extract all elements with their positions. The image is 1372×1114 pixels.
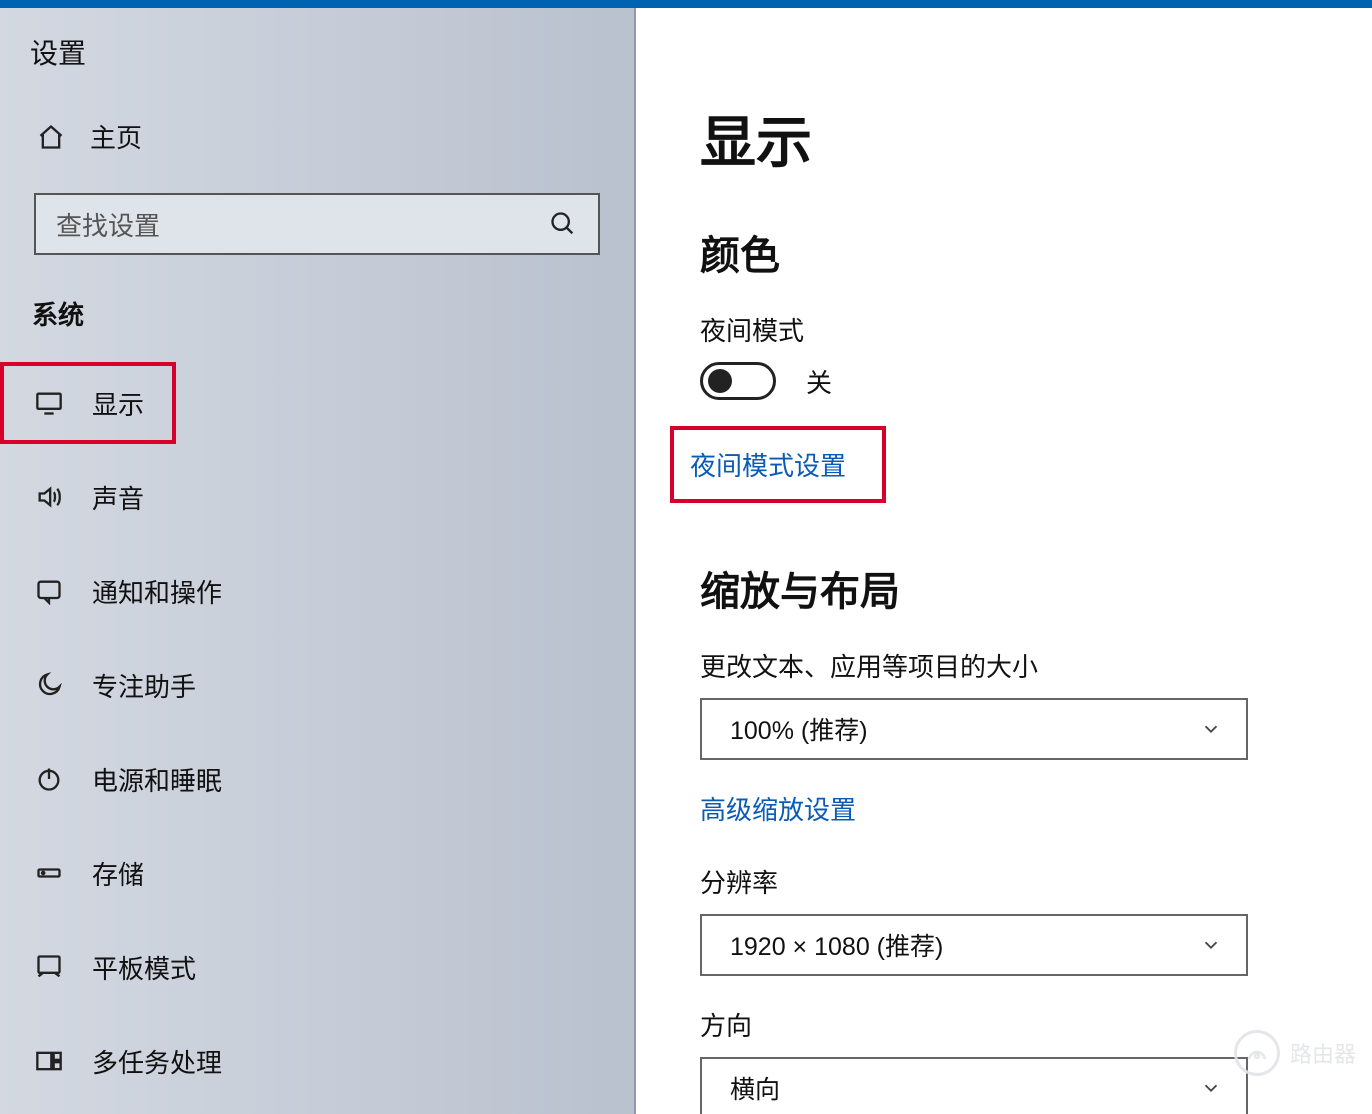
sidebar-item-label: 电源和睡眠	[92, 761, 222, 798]
sidebar-item-label: 声音	[92, 479, 144, 516]
chevron-down-icon	[1200, 718, 1222, 740]
sidebar-nav-list: 显示 声音 通知和操作 专注助手	[0, 358, 634, 1108]
search-icon	[548, 209, 578, 239]
text-size-value: 100% (推荐)	[730, 711, 868, 747]
sidebar-item-label: 专注助手	[92, 667, 196, 704]
night-mode-toggle-row: 关	[700, 362, 1372, 400]
resolution-dropdown[interactable]: 1920 × 1080 (推荐)	[700, 914, 1248, 976]
orientation-label: 方向	[700, 1006, 1372, 1043]
sidebar-item-storage[interactable]: 存储	[0, 826, 634, 920]
monitor-icon	[34, 388, 64, 418]
night-mode-label: 夜间模式	[700, 311, 1372, 348]
section-heading-scale: 缩放与布局	[700, 559, 1372, 617]
sidebar-item-label: 平板模式	[92, 949, 196, 986]
power-icon	[34, 764, 64, 794]
home-icon	[36, 122, 66, 152]
storage-icon	[34, 858, 64, 888]
search-placeholder: 查找设置	[56, 206, 160, 243]
text-size-label: 更改文本、应用等项目的大小	[700, 647, 1372, 684]
sidebar-item-display[interactable]: 显示	[0, 362, 176, 444]
resolution-label: 分辨率	[700, 863, 1372, 900]
sidebar: 设置 主页 查找设置 系统 显示	[0, 8, 636, 1114]
sidebar-section-label: 系统	[0, 295, 634, 358]
night-mode-state: 关	[806, 363, 832, 400]
sidebar-item-label: 通知和操作	[92, 573, 222, 610]
toggle-knob	[708, 369, 732, 393]
page-title: 显示	[700, 98, 1372, 179]
notification-icon	[34, 576, 64, 606]
section-heading-color: 颜色	[700, 223, 1372, 281]
night-mode-settings-highlight: 夜间模式设置	[670, 426, 886, 503]
chevron-down-icon	[1200, 934, 1222, 956]
orientation-dropdown[interactable]: 横向	[700, 1057, 1248, 1114]
chevron-down-icon	[1200, 1077, 1222, 1099]
main-content: 显示 颜色 夜间模式 关 夜间模式设置 缩放与布局 更改文本、应用等项目的大小 …	[636, 8, 1372, 1114]
app-root: 设置 主页 查找设置 系统 显示	[0, 8, 1372, 1114]
resolution-value: 1920 × 1080 (推荐)	[730, 927, 943, 963]
sidebar-item-power-sleep[interactable]: 电源和睡眠	[0, 732, 634, 826]
advanced-scaling-link[interactable]: 高级缩放设置	[700, 790, 856, 827]
sidebar-item-label: 存储	[92, 855, 144, 892]
app-title: 设置	[0, 28, 634, 108]
sidebar-item-label: 多任务处理	[92, 1043, 222, 1080]
window-titlebar-strip	[0, 0, 1372, 8]
search-input[interactable]: 查找设置	[34, 193, 600, 255]
orientation-value: 横向	[730, 1070, 780, 1106]
multitask-icon	[34, 1046, 64, 1076]
sidebar-item-focus-assist[interactable]: 专注助手	[0, 638, 634, 732]
sound-icon	[34, 482, 64, 512]
night-mode-settings-link[interactable]: 夜间模式设置	[690, 451, 846, 481]
night-mode-toggle[interactable]	[700, 362, 776, 400]
sidebar-item-sound[interactable]: 声音	[0, 450, 634, 544]
sidebar-item-notifications[interactable]: 通知和操作	[0, 544, 634, 638]
sidebar-item-label: 显示	[92, 385, 144, 422]
moon-icon	[34, 670, 64, 700]
tablet-icon	[34, 952, 64, 982]
sidebar-item-multitasking[interactable]: 多任务处理	[0, 1014, 634, 1108]
text-size-dropdown[interactable]: 100% (推荐)	[700, 698, 1248, 760]
sidebar-home[interactable]: 主页	[0, 108, 634, 165]
sidebar-item-tablet-mode[interactable]: 平板模式	[0, 920, 634, 1014]
sidebar-home-label: 主页	[90, 118, 142, 155]
